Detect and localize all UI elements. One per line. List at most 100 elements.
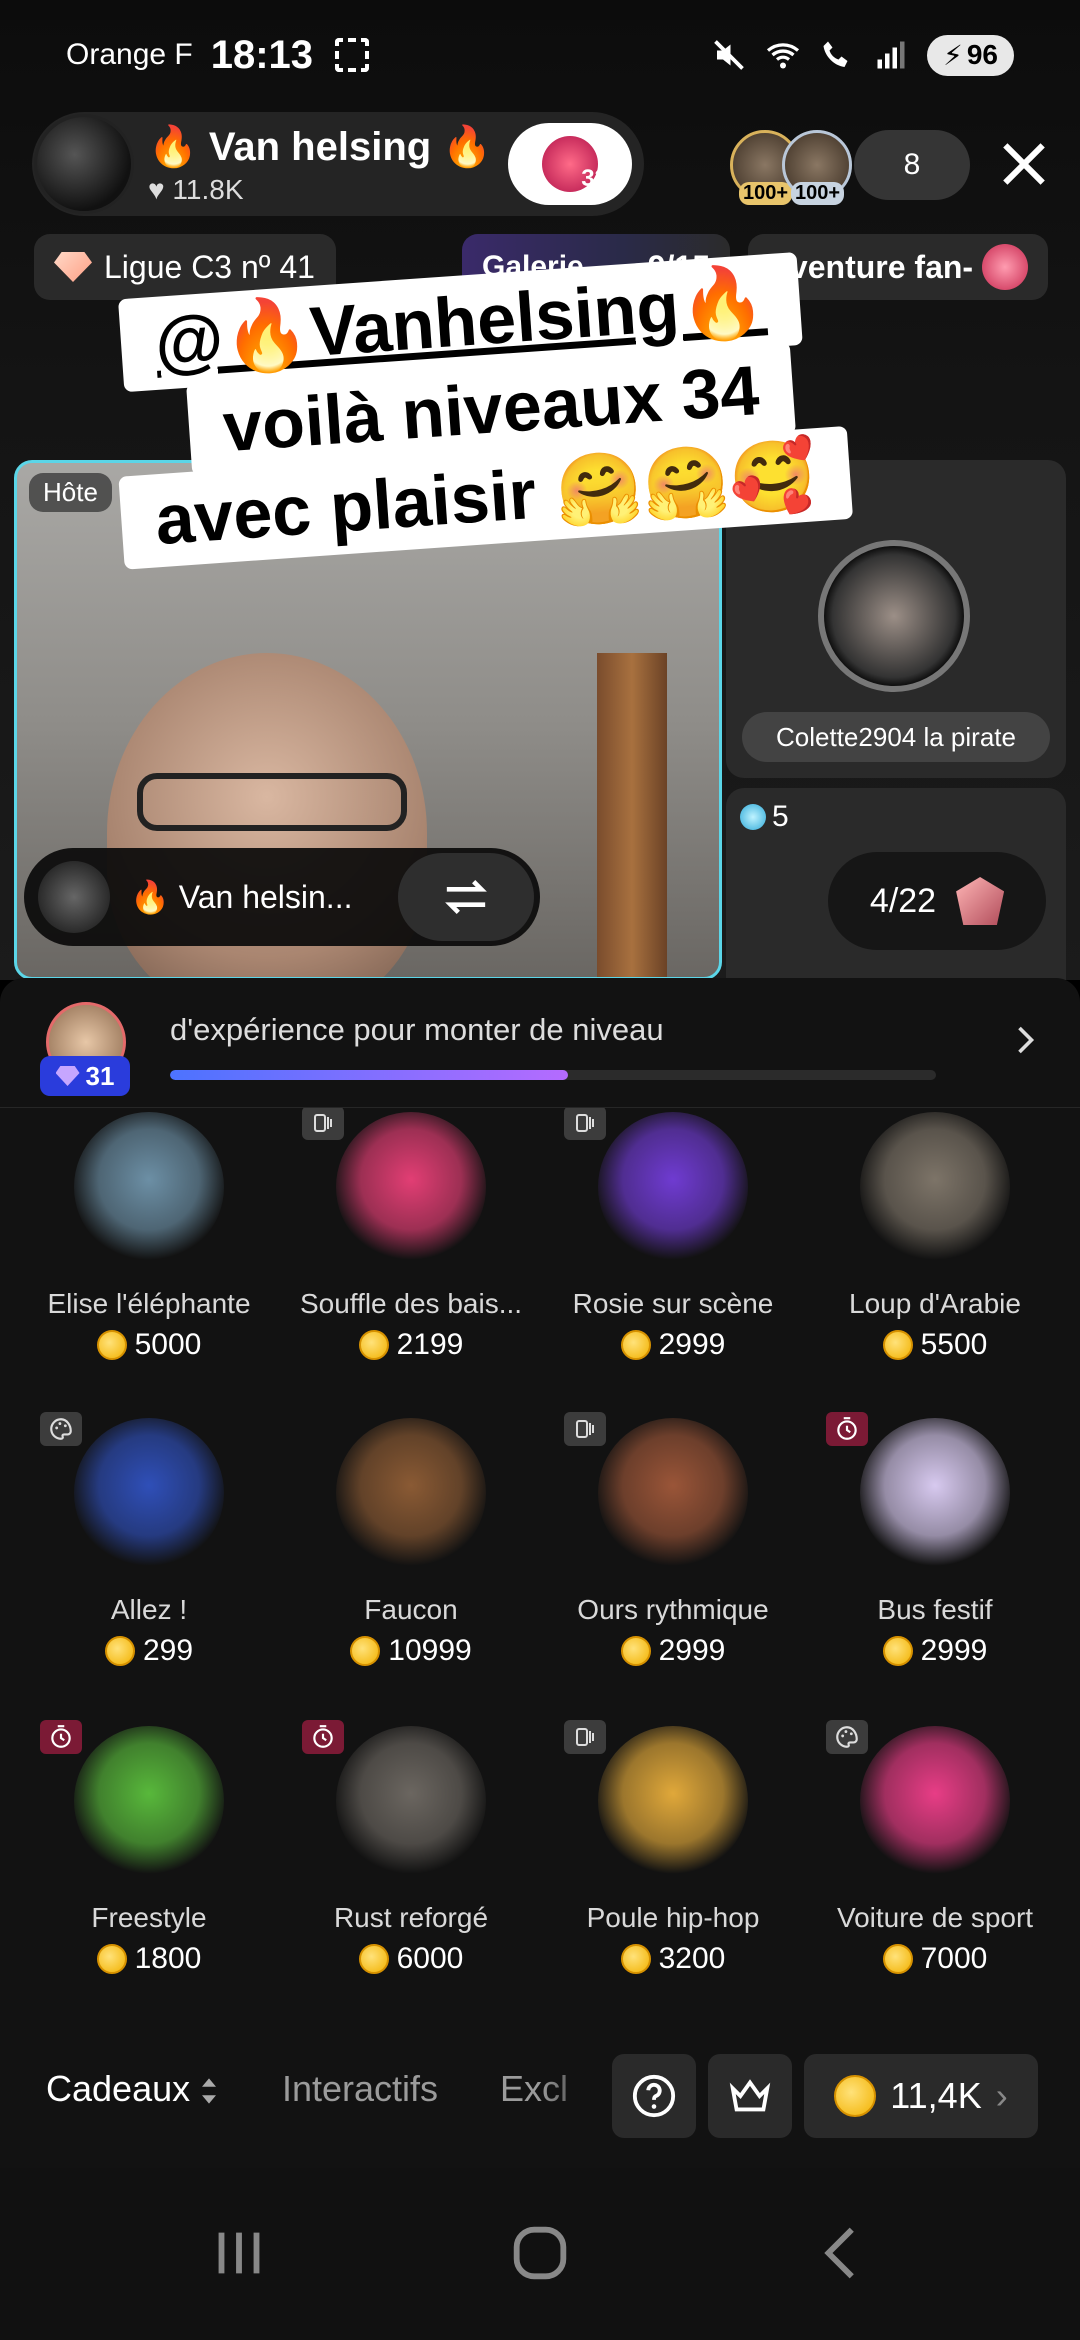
host-bar-name: 🔥 Van helsin...	[130, 879, 353, 915]
gift-name: Voiture de sport	[836, 1902, 1034, 1933]
timer-tag-icon	[40, 1720, 82, 1754]
tab-gifts[interactable]: Cadeaux	[46, 2068, 218, 2110]
gift-name: Ours rythmique	[577, 1594, 769, 1625]
gift-price-value: 3200	[658, 1942, 726, 1975]
video-tag-icon	[302, 1108, 344, 1140]
falcon-icon	[336, 1418, 486, 1568]
back-icon[interactable]	[808, 2218, 878, 2288]
close-icon[interactable]	[996, 136, 1052, 192]
page-counter-button[interactable]: 4/22	[828, 852, 1046, 950]
gift-price-value: 6000	[396, 1942, 464, 1975]
status-bar: Orange F 18:13 ⚡ 96	[0, 0, 1080, 110]
coin-icon	[358, 1330, 389, 1360]
coin-icon	[96, 1330, 127, 1360]
gift-item[interactable]: Rosie sur scène 2999	[542, 1108, 804, 1406]
host-likes: ♥ 11.8K	[148, 174, 508, 206]
host-profile-pill[interactable]: 🔥 Van helsing 🔥 ♥ 11.8K 33	[32, 112, 644, 216]
host-likes-count: 11.8K	[172, 173, 244, 205]
gift-name: Freestyle	[91, 1902, 207, 1933]
recent-apps-icon[interactable]	[204, 2218, 274, 2288]
level-number: 31	[85, 1060, 115, 1091]
gift-item[interactable]: Ours rythmique 2999	[542, 1412, 804, 1712]
coin-icon	[882, 1330, 913, 1360]
gift-price: 2999	[542, 1634, 804, 1668]
gift-item[interactable]: Loup d'Arabie 5500	[804, 1108, 1066, 1406]
gift-price-value: 2199	[396, 1328, 464, 1361]
gift-item[interactable]: Bus festif 2999	[804, 1412, 1066, 1712]
gift-item[interactable]: Poule hip-hop 3200	[542, 1720, 804, 2020]
gift-price-value: 10999	[388, 1634, 472, 1667]
battery-level: 96	[966, 39, 998, 70]
gift-item[interactable]: Voiture de sport 7000	[804, 1720, 1066, 2020]
gift-name: Poule hip-hop	[586, 1902, 760, 1933]
viewer-rank-badge: 100+	[791, 182, 845, 205]
host-avatar[interactable]	[34, 114, 134, 214]
gift-item[interactable]: Allez ! 299	[18, 1412, 280, 1712]
kiss-icon	[336, 1112, 486, 1262]
gift-price-value: 5000	[134, 1328, 202, 1361]
gift-name: Elise l'éléphante	[47, 1288, 251, 1319]
palette-tag-icon	[826, 1720, 868, 1754]
party-bus-icon	[860, 1418, 1010, 1568]
help-icon	[632, 2074, 676, 2118]
home-icon[interactable]	[505, 2218, 575, 2288]
gift-name: Souffle des bais...	[299, 1288, 523, 1319]
gift-price: 1800	[18, 1942, 280, 1976]
gift-name: Bus festif	[877, 1594, 993, 1625]
gift-price-value: 299	[142, 1634, 194, 1667]
gift-price: 5500	[804, 1328, 1066, 1362]
gift-item[interactable]: Rust reforgé 6000	[280, 1720, 542, 2020]
gift-item[interactable]: Freestyle 1800	[18, 1720, 280, 2020]
dino-ball-icon	[74, 1726, 224, 1876]
tab-interactive[interactable]: Interactifs	[282, 2068, 438, 2110]
gift-panel: 31 d'expérience pour monter de niveau El…	[0, 978, 1080, 2340]
gift-name: Faucon	[364, 1594, 458, 1625]
gift-name: Loup d'Arabie	[849, 1288, 1021, 1319]
gift-name: Rosie sur scène	[572, 1288, 774, 1319]
gift-name: Rust reforgé	[333, 1902, 489, 1933]
vip-button[interactable]	[708, 2054, 792, 2138]
level-text: d'expérience pour monter de niveau	[170, 1012, 664, 1047]
wood-pillar	[597, 653, 667, 977]
switch-button[interactable]	[398, 853, 534, 941]
gift-item[interactable]: Elise l'éléphante 5000	[18, 1108, 280, 1406]
page-counter: 4/22	[869, 881, 937, 920]
screen-record-icon	[335, 38, 370, 72]
gift-item[interactable]: Souffle des bais... 2199	[280, 1108, 542, 1406]
host-switch-bar[interactable]: 🔥 Van helsin...	[24, 848, 540, 946]
coin-icon	[104, 1636, 135, 1666]
chevron-right-icon[interactable]	[1006, 1022, 1042, 1058]
swap-icon	[445, 880, 487, 914]
gift-price-value: 5500	[920, 1328, 988, 1361]
coin-icon	[882, 1636, 913, 1666]
top-viewers[interactable]: 100+ 100+ 8	[730, 130, 970, 205]
gift-name: Allez !	[110, 1594, 188, 1625]
coin-balance-button[interactable]: 11,4K ›	[804, 2054, 1038, 2138]
robot-icon	[336, 1726, 486, 1876]
viewer-count-button[interactable]: 8	[854, 130, 970, 200]
gift-tabs-bar: Cadeaux Interactifs Excl 11,4K ›	[0, 2028, 1080, 2158]
team-badge-button[interactable]: 33	[508, 123, 632, 205]
video-tag-icon	[564, 1412, 606, 1446]
system-nav-bar	[0, 2168, 1080, 2340]
level-gem-icon	[55, 1066, 80, 1086]
viewer-avatar[interactable]: 100+	[782, 130, 852, 205]
help-button[interactable]	[612, 2054, 696, 2138]
guest-stat-count: 5	[772, 800, 789, 833]
timer-tag-icon	[826, 1412, 868, 1446]
level-progress-row[interactable]: 31 d'expérience pour monter de niveau	[0, 978, 1080, 1108]
gift-price-value: 7000	[920, 1942, 988, 1975]
gift-item[interactable]: Faucon 10999	[280, 1412, 542, 1712]
bear-icon	[598, 1418, 748, 1568]
tab-gifts-label: Cadeaux	[46, 2068, 191, 2109]
chevron-right-icon: ›	[995, 2075, 1008, 2116]
heart-icon: ♥	[148, 173, 165, 205]
gift-price-value: 1800	[134, 1942, 202, 1975]
level-badge: 31	[40, 1056, 130, 1096]
gift-price: 7000	[804, 1942, 1066, 1976]
adventure-icon	[982, 244, 1028, 290]
gift-price: 2199	[280, 1328, 542, 1362]
gift-price: 5000	[18, 1328, 280, 1362]
timer-tag-icon	[302, 1720, 344, 1754]
stage-icon	[598, 1112, 748, 1262]
